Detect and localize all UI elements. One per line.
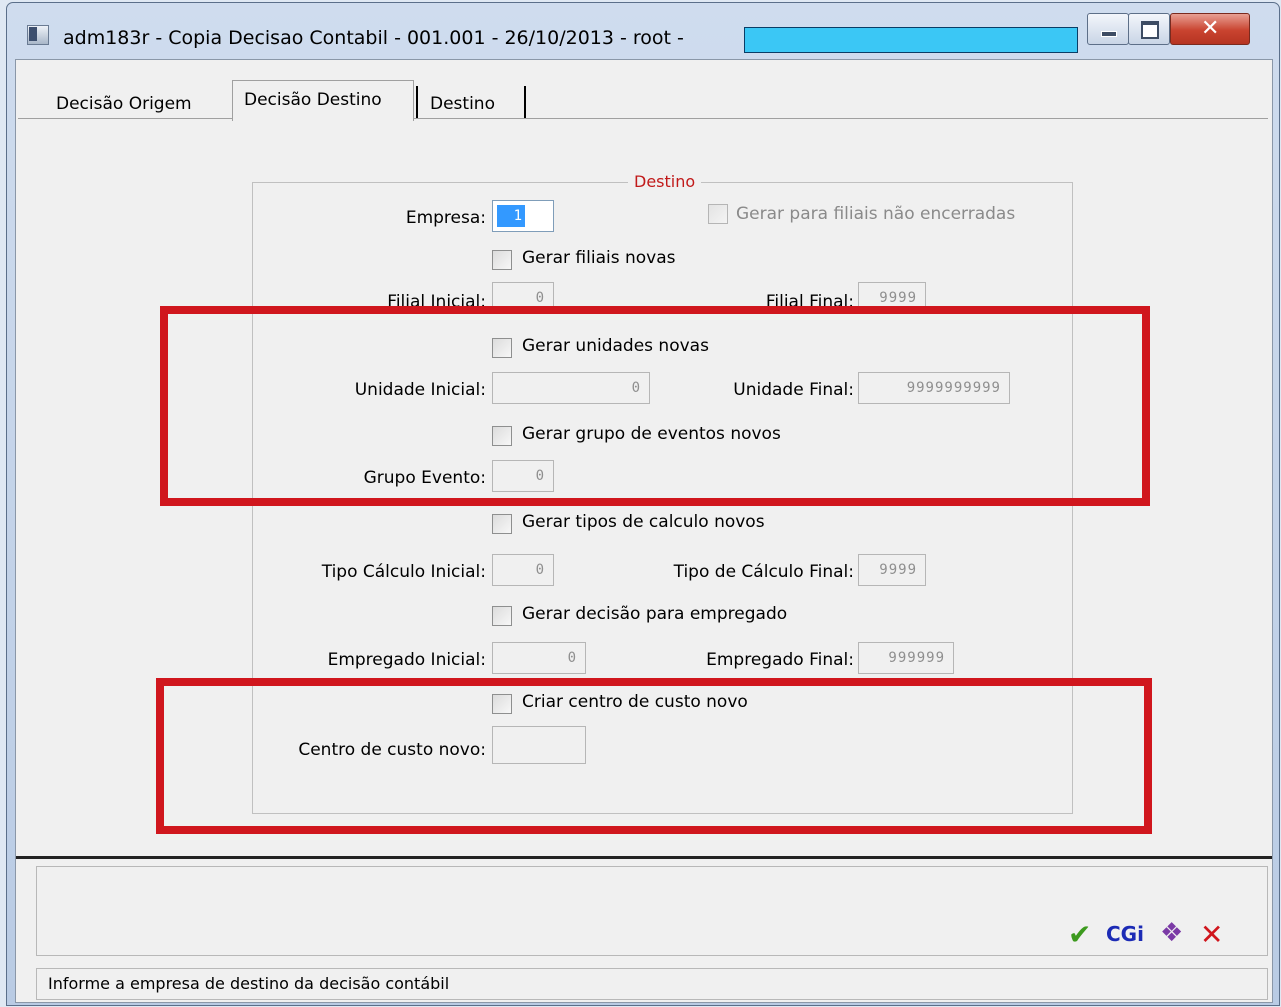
dialog-client-area: Decisão Origem Decisão Destino Destino D… — [15, 59, 1273, 1003]
empregado-inicial-input[interactable]: 0 — [492, 642, 586, 674]
redacted-title-segment — [744, 27, 1078, 53]
highlight-box-unidades — [160, 306, 1150, 506]
tab-separator — [416, 86, 418, 118]
cgi-button[interactable]: CGi — [1106, 922, 1144, 946]
empresa-label: Empresa: — [405, 208, 486, 228]
gerar-filiais-nao-encerradas-checkbox[interactable] — [708, 204, 728, 224]
minimize-icon — [1101, 31, 1117, 37]
maximize-button[interactable] — [1128, 13, 1170, 45]
tab-destino[interactable]: Destino — [430, 94, 495, 114]
content-separator — [16, 856, 1272, 859]
tipo-calculo-final-input[interactable]: 9999 — [858, 554, 926, 586]
empregado-final-label: Empregado Final: — [706, 650, 854, 670]
tipo-calculo-final-label: Tipo de Cálculo Final: — [673, 562, 854, 582]
minimize-button[interactable] — [1087, 13, 1129, 45]
empresa-input[interactable]: 1 — [492, 200, 554, 232]
gerar-tipos-calculo-checkbox[interactable] — [492, 514, 512, 534]
empregado-final-input[interactable]: 999999 — [858, 642, 954, 674]
empregado-inicial-label: Empregado Inicial: — [327, 650, 486, 670]
tab-decisao-destino[interactable]: Decisão Destino — [244, 90, 382, 110]
close-button[interactable]: ✕ — [1170, 13, 1250, 45]
tipo-calculo-inicial-label: Tipo Cálculo Inicial: — [321, 562, 486, 582]
close-icon: ✕ — [1201, 16, 1220, 41]
tab-decisao-origem[interactable]: Decisão Origem — [56, 94, 192, 114]
tipo-calculo-inicial-input[interactable]: 0 — [492, 554, 554, 586]
gerar-decisao-empregado-label: Gerar decisão para empregado — [522, 604, 788, 624]
app-window: adm183r - Copia Decisao Contabil - 001.0… — [6, 2, 1280, 1006]
tab-separator — [524, 86, 526, 118]
gerar-tipos-calculo-label: Gerar tipos de calculo novos — [522, 512, 765, 532]
gerar-filiais-nao-encerradas-label: Gerar para filiais não encerradas — [736, 204, 1016, 224]
gerar-filiais-novas-label: Gerar filiais novas — [522, 248, 676, 268]
title-bar[interactable]: adm183r - Copia Decisao Contabil - 001.0… — [7, 3, 1279, 59]
groupbox-legend: Destino — [628, 172, 702, 191]
maximize-icon — [1141, 21, 1159, 39]
status-text: Informe a empresa de destino da decisão … — [48, 974, 450, 993]
app-icon — [27, 25, 49, 45]
cancel-icon[interactable]: ✕ — [1200, 918, 1223, 951]
confirm-icon[interactable]: ✔ — [1068, 918, 1091, 951]
empresa-value: 1 — [497, 205, 525, 227]
gerar-filiais-novas-checkbox[interactable] — [492, 250, 512, 270]
gerar-decisao-empregado-checkbox[interactable] — [492, 606, 512, 626]
tab-strip-border — [18, 118, 1268, 119]
window-title: adm183r - Copia Decisao Contabil - 001.0… — [63, 27, 684, 49]
highlight-box-centro-custo — [156, 678, 1152, 834]
help-book-icon[interactable]: ❖ — [1160, 918, 1183, 948]
